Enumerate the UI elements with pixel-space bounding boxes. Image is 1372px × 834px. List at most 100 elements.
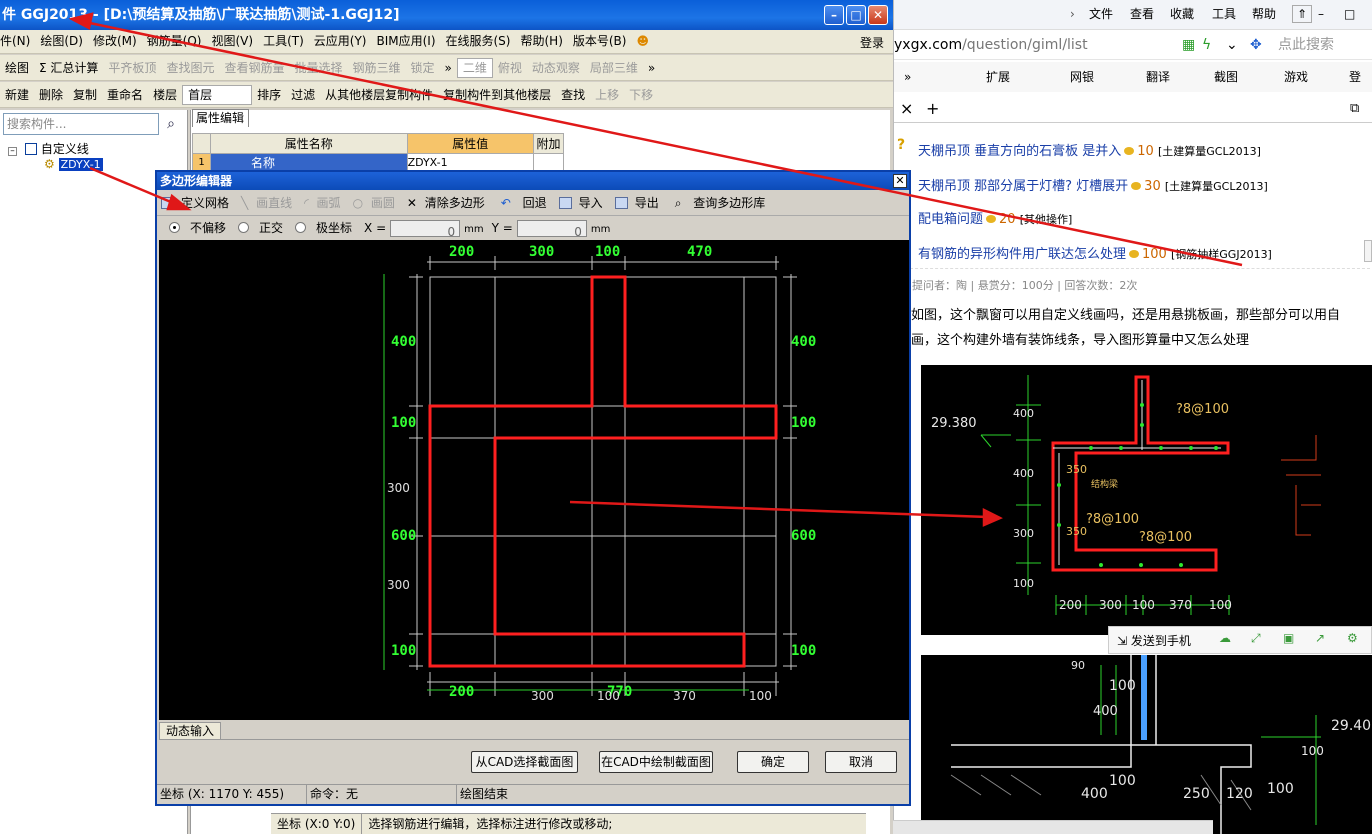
sum-button[interactable]: Σ 汇总计算 xyxy=(34,57,103,79)
draw-line-button[interactable]: ╲ 画直线 xyxy=(237,192,300,214)
question-title[interactable]: 有钢筋的异形构件用广联达怎么处理 xyxy=(918,247,1126,262)
dynamic-input-tab[interactable]: 动态输入 xyxy=(159,722,222,739)
undo-button[interactable]: ↶ 回退 xyxy=(493,192,555,214)
cloud-icon[interactable]: ☁ xyxy=(1219,631,1231,645)
expand-icon[interactable]: ⤢ xyxy=(1251,631,1261,646)
cad-image-2[interactable]: 29.400 100 400 100 400 250 120 100 100 9… xyxy=(921,655,1372,834)
tab-property-edit[interactable]: 属性编辑 xyxy=(192,109,249,127)
menu-draw[interactable]: 绘图(D) xyxy=(35,30,88,52)
close-button[interactable]: ✕ xyxy=(868,5,888,25)
question-item-4[interactable]: 有钢筋的异形构件用广联达怎么处理 100 [钢筋抽样GGJ2013] xyxy=(918,243,1272,262)
draw-button[interactable]: 绘图 xyxy=(0,57,34,79)
find-element-button[interactable]: 查找图元 xyxy=(161,57,219,79)
dialog-close-button[interactable]: ✕ xyxy=(893,174,907,188)
more-chevron-icon[interactable]: » xyxy=(440,57,457,79)
bookmark-screenshot[interactable]: 截图 xyxy=(1214,62,1238,92)
import-button[interactable]: 导入 xyxy=(555,192,611,214)
pin-icon[interactable]: ⇑ xyxy=(1292,5,1312,23)
send-to-phone-button[interactable]: ⇲ 发送到手机 xyxy=(1117,632,1191,649)
browser-horizontal-scrollbar[interactable] xyxy=(893,820,1213,834)
copy-to-floor-button[interactable]: 复制构件到其他楼层 xyxy=(438,84,556,106)
y-input[interactable]: 0 xyxy=(516,220,587,239)
bookmark-login[interactable]: 登 xyxy=(1349,62,1361,92)
share-icon[interactable]: ↗ xyxy=(1315,631,1325,645)
floor-select[interactable]: 首层 xyxy=(182,85,253,105)
copy-from-floor-button[interactable]: 从其他楼层复制构件 xyxy=(320,84,438,106)
query-library-button[interactable]: ⌕ 查询多边形库 xyxy=(667,192,774,214)
question-title[interactable]: 天棚吊顶 那部分属于灯槽? 灯槽展开 xyxy=(918,179,1128,194)
menu-modify[interactable]: 修改(M) xyxy=(88,30,142,52)
browser-minimize-button[interactable]: – xyxy=(1318,0,1324,28)
browser-menu-help[interactable]: 帮助 xyxy=(1252,0,1276,28)
prop-name-cell[interactable]: 名称 xyxy=(210,153,408,172)
polygon-shape[interactable] xyxy=(428,275,778,668)
new-tab-button[interactable]: + xyxy=(926,97,939,121)
question-title[interactable]: 配电箱问题 xyxy=(918,212,983,227)
browser-maximize-button[interactable]: □ xyxy=(1344,0,1355,28)
side-button[interactable] xyxy=(1364,240,1372,262)
question-item-1[interactable]: 天棚吊顶 垂直方向的石膏板 是并入 10 [土建算量GCL2013] xyxy=(918,140,1261,159)
draw-arc-button[interactable]: ◜ 画弧 xyxy=(300,192,348,214)
question-category[interactable]: [土建算量GCL2013] xyxy=(1158,145,1261,158)
search-icon[interactable]: ⌕ xyxy=(160,113,182,135)
settings-gear-icon[interactable]: ⚙ xyxy=(1347,631,1358,645)
view-2d-select[interactable]: 二维 xyxy=(456,58,493,78)
bookmark-bank[interactable]: 网银 xyxy=(1070,62,1094,92)
top-view-button[interactable]: 俯视 xyxy=(493,57,527,79)
draw-circle-button[interactable]: ○ 画圆 xyxy=(349,192,403,214)
draw-in-cad-button[interactable]: 在CAD中绘制截面图 xyxy=(599,751,713,773)
menu-bim[interactable]: BIM应用(I) xyxy=(371,30,440,52)
lightning-icon[interactable]: ϟ xyxy=(1202,32,1211,58)
polygon-canvas[interactable]: 200 300 100 470 400 100 600 100 400 100 … xyxy=(159,240,909,720)
browser-search-input[interactable]: 点此搜索 xyxy=(1278,32,1334,58)
radio-no-offset[interactable]: 不偏移 xyxy=(165,217,234,239)
menu-online[interactable]: 在线服务(S) xyxy=(441,30,516,52)
menu-tools[interactable]: 工具(T) xyxy=(258,30,309,52)
sort-button[interactable]: 排序 xyxy=(252,84,286,106)
menu-cloud[interactable]: 云应用(Y) xyxy=(309,30,372,52)
browser-menu-view[interactable]: 查看 xyxy=(1130,0,1154,28)
cad-image-1[interactable]: 29.380 ?8@100 ?8@100 ?8@100 结构梁 350 350 … xyxy=(921,365,1372,635)
local-3d-button[interactable]: 局部三维 xyxy=(585,57,643,79)
export-button[interactable]: 导出 xyxy=(611,192,667,214)
flush-slab-button[interactable]: 平齐板顶 xyxy=(103,57,161,79)
question-item-2[interactable]: 天棚吊顶 那部分属于灯槽? 灯槽展开 30 [土建算量GCL2013] xyxy=(918,175,1268,194)
radio-ortho[interactable]: 正交 xyxy=(234,217,291,239)
new-button[interactable]: 新建 xyxy=(0,84,34,106)
maximize-button[interactable]: □ xyxy=(846,5,866,25)
radio-polar[interactable]: 极坐标 xyxy=(291,217,360,239)
prop-value-cell[interactable]: ZDYX-1 xyxy=(406,153,534,172)
minimize-button[interactable]: – xyxy=(824,5,844,25)
browser-menu-tools[interactable]: 工具 xyxy=(1212,0,1236,28)
tree-item-zdyx1[interactable]: ⚙ ZDYX-1 xyxy=(44,157,103,171)
question-title[interactable]: 天棚吊顶 垂直方向的石膏板 是并入 xyxy=(918,144,1121,159)
question-category[interactable]: [钢筋抽样GGJ2013] xyxy=(1171,248,1272,261)
question-category[interactable]: [土建算量GCL2013] xyxy=(1165,180,1268,193)
ok-button[interactable]: 确定 xyxy=(737,751,809,773)
tab-list-icon[interactable]: ⧉ xyxy=(1350,97,1359,121)
x-input[interactable]: 0 xyxy=(390,220,461,239)
bookmark-translate[interactable]: 翻译 xyxy=(1146,62,1170,92)
tree-root[interactable]: – 自定义线 xyxy=(8,140,89,157)
address-bar[interactable]: yxgx.com/question/giml/list ▦ ϟ ⌄ ✥ 点此搜索 xyxy=(894,32,1372,60)
save-icon[interactable]: ▣ xyxy=(1283,631,1294,645)
collapse-icon[interactable]: – xyxy=(8,147,17,156)
more-chevron-icon-3[interactable]: » xyxy=(904,62,911,92)
more-chevron-icon-2[interactable]: » xyxy=(643,57,660,79)
menu-version[interactable]: 版本号(B) xyxy=(568,30,632,52)
browser-menu-file[interactable]: 文件 xyxy=(1089,0,1113,28)
bookmark-games[interactable]: 游戏 xyxy=(1284,62,1308,92)
move-up-button[interactable]: 上移 xyxy=(590,84,624,106)
menu-help[interactable]: 帮助(H) xyxy=(515,30,567,52)
menu-file[interactable]: 件(N) xyxy=(0,30,35,52)
tab-close-icon[interactable]: × xyxy=(900,97,913,121)
orbit-button[interactable]: 动态观察 xyxy=(527,57,585,79)
move-down-button[interactable]: 下移 xyxy=(624,84,658,106)
lock-button[interactable]: 锁定 xyxy=(406,57,440,79)
browser-menu-favorites[interactable]: 收藏 xyxy=(1170,0,1194,28)
clear-polygon-button[interactable]: ✕ 清除多边形 xyxy=(403,192,493,214)
rebar-3d-button[interactable]: 钢筋三维 xyxy=(347,57,405,79)
menu-view[interactable]: 视图(V) xyxy=(206,30,258,52)
copy-button[interactable]: 复制 xyxy=(68,84,102,106)
dropdown-chevron-icon[interactable]: ⌄ xyxy=(1226,32,1238,58)
